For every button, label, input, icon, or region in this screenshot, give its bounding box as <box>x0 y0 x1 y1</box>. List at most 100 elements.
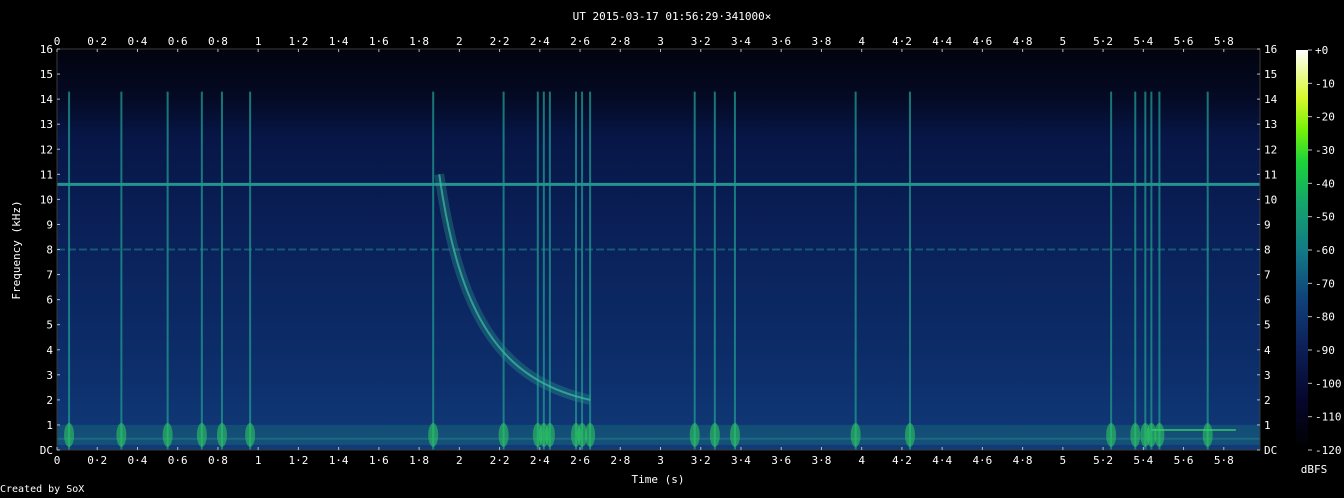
impulse-low-burst <box>904 422 915 447</box>
x-tick-label-top: 5·8 <box>1214 35 1234 48</box>
colorbar-tick-label: +0 <box>1315 44 1328 57</box>
y-tick-label-left: DC <box>40 444 53 457</box>
x-tick-label-bottom: 1·2 <box>288 454 308 467</box>
x-tick-label-bottom: 0·4 <box>128 454 148 467</box>
x-tick-label-top: 3 <box>657 35 664 48</box>
y-tick-label-left: 3 <box>46 369 53 382</box>
x-tick-label-top: 1·8 <box>409 35 429 48</box>
impulse-low-burst <box>1154 422 1165 447</box>
colorbar-tick-label: -110 <box>1315 411 1342 424</box>
impulse-low-burst <box>1130 422 1141 447</box>
x-tick-label-bottom: 2·6 <box>570 454 590 467</box>
impulse-low-burst <box>729 422 740 447</box>
y-tick-label-right: 4 <box>1264 344 1271 357</box>
y-tick-label-left: 5 <box>46 319 53 332</box>
x-tick-label-top: 0·4 <box>128 35 148 48</box>
y-tick-label-left: 1 <box>46 419 53 432</box>
impulse-low-burst <box>64 422 75 447</box>
y-tick-label-left: 12 <box>40 143 53 156</box>
x-tick-label-bottom: 3·2 <box>691 454 711 467</box>
y-tick-label-left: 14 <box>40 93 54 106</box>
x-tick-label-top: 4·4 <box>932 35 952 48</box>
y-tick-label-right: 3 <box>1264 369 1271 382</box>
colorbar-label: dBFS <box>1301 463 1328 476</box>
x-tick-label-bottom: 2 <box>456 454 463 467</box>
impulse-low-burst <box>689 422 700 447</box>
colorbar-ticks: +0 -10 -20 -30 -40 -50 -60 -70 -80 -90 -100 -110 -12… <box>1308 44 1342 457</box>
y-tick-label-left: 2 <box>46 394 53 407</box>
x-tick-label-top: 4·2 <box>892 35 912 48</box>
x-tick-label-bottom: 4 <box>858 454 865 467</box>
impulse-low-burst <box>1106 422 1117 447</box>
x-tick-label-top: 4·6 <box>972 35 992 48</box>
colorbar-tick-label: -80 <box>1315 311 1335 324</box>
y-tick-label-right: 16 <box>1264 43 1277 56</box>
y-tick-label-left: 16 <box>40 43 53 56</box>
x-tick-label-bottom: 3·6 <box>771 454 791 467</box>
x-tick-label-top: 2·6 <box>570 35 590 48</box>
x-tick-label-top: 1 <box>255 35 262 48</box>
y-axis-label: Frequency (kHz) <box>10 200 23 299</box>
chart-title: UT 2015-03-17 01:56:29·341000× <box>573 10 772 23</box>
y-tick-label-right: 5 <box>1264 319 1271 332</box>
credit-text: Created by SoX <box>0 484 85 495</box>
x-tick-label-top: 0·8 <box>208 35 228 48</box>
x-tick-label-bottom: 5·8 <box>1214 454 1234 467</box>
x-tick-label-top: 2·8 <box>610 35 630 48</box>
colorbar-tick-label: -120 <box>1315 444 1342 457</box>
colorbar-tick-label: -40 <box>1315 177 1335 190</box>
x-tick-label-top: 2·2 <box>490 35 510 48</box>
impulse-low-burst <box>498 422 509 447</box>
x-tick-label-bottom: 0·8 <box>208 454 228 467</box>
y-tick-label-right: 10 <box>1264 193 1277 206</box>
impulse-low-burst <box>428 422 439 447</box>
x-tick-label-top: 5·2 <box>1093 35 1113 48</box>
impulse-low-burst <box>245 422 256 447</box>
x-tick-label-bottom: 3·8 <box>812 454 832 467</box>
x-tick-label-top: 2·4 <box>530 35 550 48</box>
x-tick-label-top: 5 <box>1060 35 1067 48</box>
x-tick-label-top: 5·6 <box>1174 35 1194 48</box>
x-tick-label-top: 2 <box>456 35 463 48</box>
y-tick-label-left: 6 <box>46 294 53 307</box>
colorbar-tick-label: -70 <box>1315 277 1335 290</box>
x-tick-label-bottom: 4·8 <box>1013 454 1033 467</box>
x-tick-label-bottom: 0 <box>54 454 61 467</box>
y-tick-label-left: 13 <box>40 118 53 131</box>
colorbar-tick-label: -20 <box>1315 111 1335 124</box>
y-tick-label-right: 2 <box>1264 394 1271 407</box>
y-tick-label-right: 7 <box>1264 269 1271 282</box>
y-tick-label-left: 10 <box>40 193 53 206</box>
x-tick-label-bottom: 5·2 <box>1093 454 1113 467</box>
x-tick-label-bottom: 4·4 <box>932 454 952 467</box>
impulse-low-burst <box>544 422 555 447</box>
x-tick-label-bottom: 1·8 <box>409 454 429 467</box>
x-tick-label-top: 3·6 <box>771 35 791 48</box>
y-tick-label-right: 8 <box>1264 244 1271 257</box>
x-tick-label-bottom: 4·6 <box>972 454 992 467</box>
impulse-low-burst <box>196 422 207 447</box>
y-tick-label-right: 14 <box>1264 93 1278 106</box>
y-tick-label-left: 8 <box>46 244 53 257</box>
colorbar-tick-label: -90 <box>1315 344 1335 357</box>
impulse-low-burst <box>1202 422 1213 447</box>
spectrogram-figure: UT 2015-03-17 01:56:29·341000× 0 0·2 0·4 0·… <box>10 10 1342 486</box>
low-frequency-band <box>57 424 1260 445</box>
y-tick-label-left: 4 <box>46 344 53 357</box>
y-tick-label-right: 1 <box>1264 419 1271 432</box>
colorbar-tick-label: -60 <box>1315 244 1335 257</box>
x-tick-label-bottom: 1·4 <box>329 454 349 467</box>
x-tick-label-top: 4·8 <box>1013 35 1033 48</box>
x-tick-label-top: 4 <box>858 35 865 48</box>
y-tick-label-right: 11 <box>1264 168 1277 181</box>
impulse-low-burst <box>116 422 127 447</box>
y-tick-label-left: 7 <box>46 269 53 282</box>
x-tick-label-bottom: 1·6 <box>369 454 389 467</box>
x-tick-label-bottom: 4·2 <box>892 454 912 467</box>
x-tick-label-bottom: 5·4 <box>1133 454 1153 467</box>
x-tick-label-top: 0·6 <box>168 35 188 48</box>
x-tick-label-bottom: 2·2 <box>490 454 510 467</box>
colorbar <box>1296 50 1308 450</box>
impulse-low-burst <box>585 422 596 447</box>
colorbar-tick-label: -100 <box>1315 377 1342 390</box>
